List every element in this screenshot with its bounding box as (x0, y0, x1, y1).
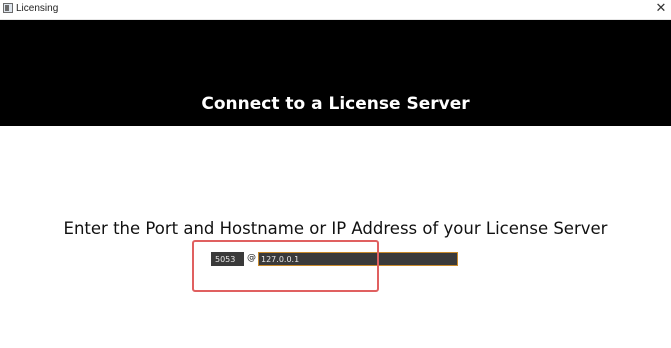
banner-title: Connect to a License Server (201, 94, 470, 114)
instruction-text: Enter the Port and Hostname or IP Addres… (63, 219, 608, 238)
app-icon (3, 3, 13, 13)
close-button[interactable]: ✕ (651, 0, 671, 19)
at-separator: @ (247, 253, 256, 263)
hostname-input[interactable] (258, 252, 458, 266)
annotation-highlight-box (192, 240, 379, 292)
title-bar: Licensing ✕ (0, 0, 671, 20)
port-input[interactable] (211, 252, 244, 266)
header-banner: Connect to a License Server (0, 20, 671, 126)
window-title: Licensing (16, 3, 59, 14)
